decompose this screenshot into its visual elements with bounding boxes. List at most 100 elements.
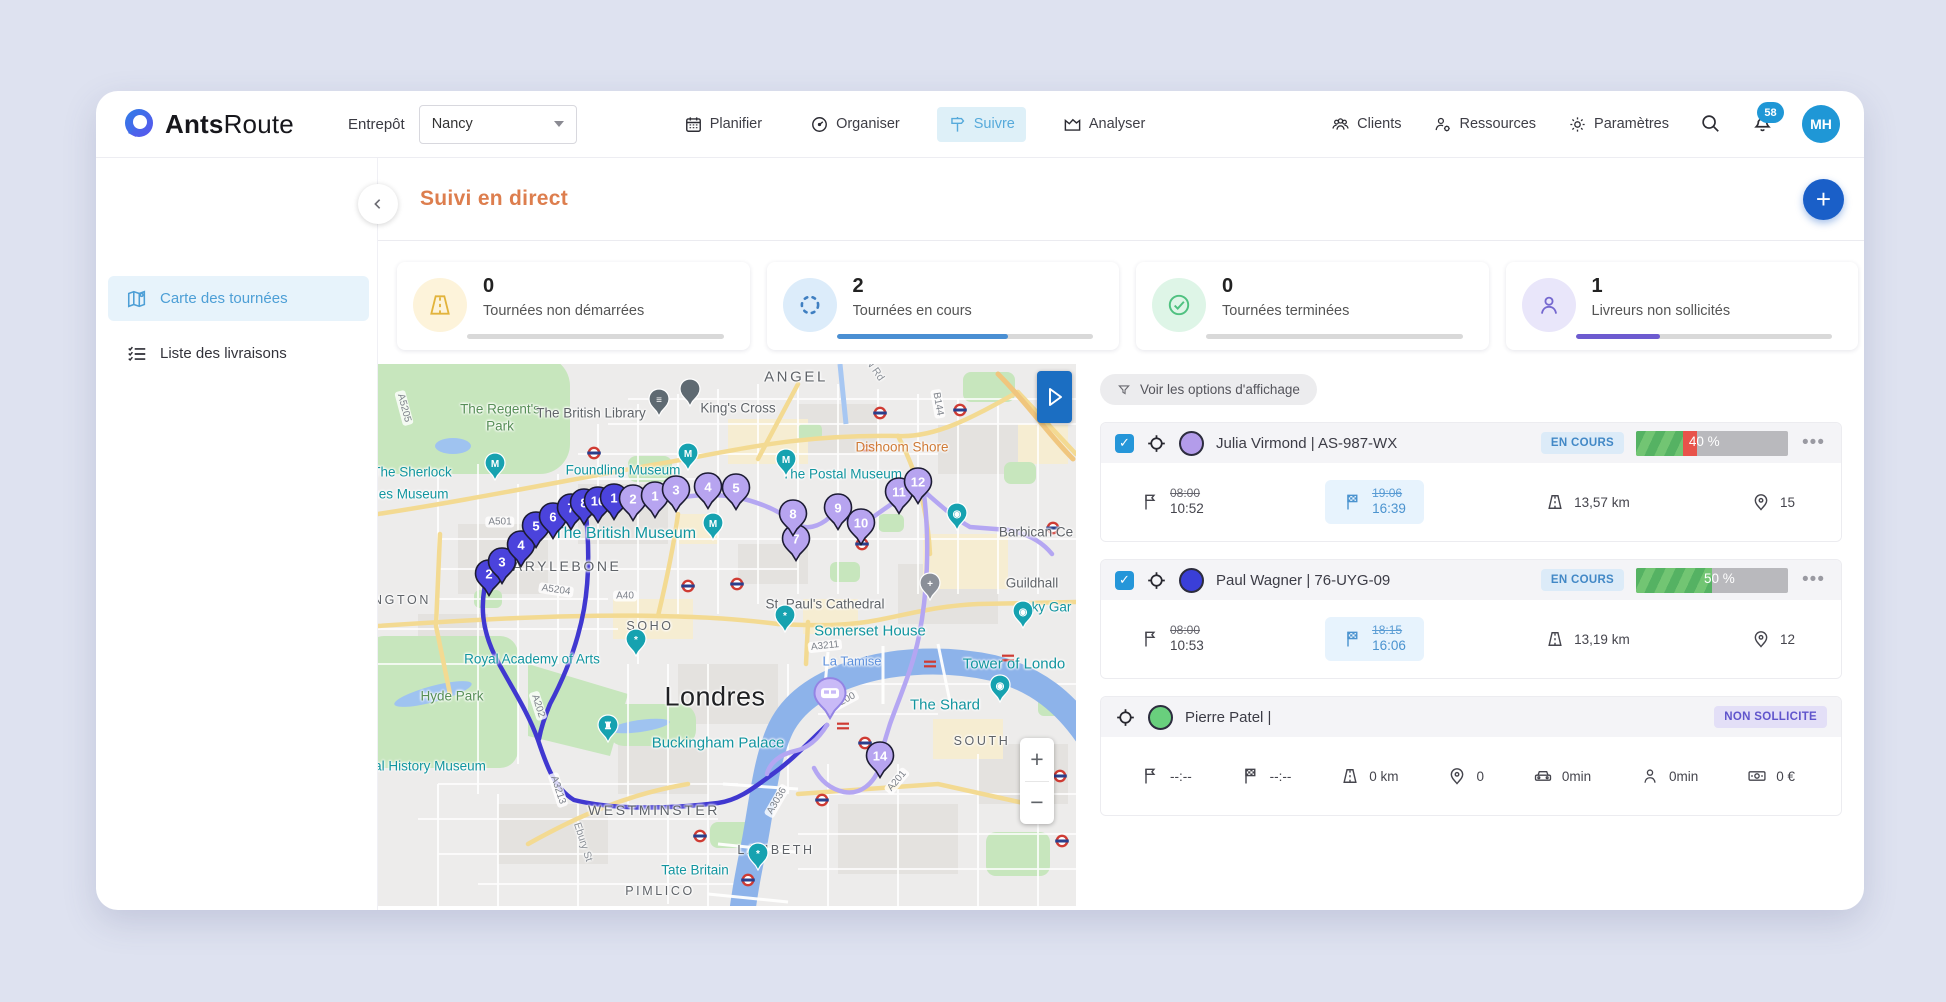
back-button[interactable] (358, 184, 398, 224)
driver-stat-flag: 08:0010:53 (1141, 623, 1204, 655)
nav-item-clients[interactable]: Clients (1329, 109, 1403, 140)
warehouse-label: Entrepôt (348, 116, 405, 133)
poi-pin-icon: M (775, 448, 798, 482)
map-icon (126, 288, 148, 310)
page-title: Suivi en direct (420, 187, 568, 211)
tube-station-icon (1055, 836, 1069, 846)
svg-text:5: 5 (732, 481, 739, 496)
tube-station-icon (1053, 771, 1067, 781)
row-menu-button[interactable]: ••• (1800, 432, 1827, 454)
add-button[interactable]: + (1803, 179, 1844, 220)
crosshair-icon[interactable] (1146, 570, 1167, 591)
svg-text:◉: ◉ (996, 681, 1005, 692)
route-stop-pin-purple-8[interactable]: 8 (778, 499, 808, 542)
route-stop-pin-purple-12[interactable]: 12 (903, 467, 933, 510)
crosshair-icon[interactable] (1146, 433, 1167, 454)
nav-item-ressources[interactable]: Ressources (1431, 109, 1538, 140)
sidebar-item-1[interactable]: Liste des livraisons (108, 331, 369, 376)
driver-card-2: Pierre Patel | NON SOLLICITE --:-- --:--… (1100, 696, 1842, 816)
avatar[interactable]: MH (1802, 105, 1840, 143)
nav-item-3[interactable]: Analyser (1052, 107, 1156, 142)
poi-pin-icon: M (677, 442, 700, 476)
driver-stat-road: 0 km (1340, 766, 1398, 786)
driver-checkbox[interactable]: ✓ (1115, 434, 1134, 453)
app-window: AntsRoute Entrepôt Nancy Planifier Organ… (96, 91, 1864, 910)
poi-pin-icon: ◉ (946, 502, 969, 536)
row-menu-button[interactable]: ••• (1800, 569, 1827, 591)
poi-pin-icon: * (625, 628, 648, 662)
road-icon (1340, 766, 1360, 786)
pin-icon (1751, 629, 1771, 649)
nav-item-0[interactable]: Planifier (673, 107, 773, 142)
driver-row-details: 08:0010:52 19:0616:39 13,57 km 15 (1101, 463, 1841, 541)
roadcard-icon (413, 278, 467, 332)
display-options-label: Voir les options d'affichage (1140, 382, 1300, 397)
svg-text:10: 10 (854, 516, 868, 531)
route-stop-pin-purple-14[interactable]: 14 (865, 741, 895, 784)
svg-text:*: * (634, 635, 638, 646)
map-base (378, 364, 1076, 906)
money-icon (1747, 766, 1767, 786)
nav-item-2[interactable]: Suivre (937, 107, 1026, 142)
tube-station-icon (815, 795, 829, 805)
poi-pin-icon: ◉ (989, 674, 1012, 708)
driver-row-header: ✓ Julia Virmond | AS-987-WX EN COURS 40 … (1101, 423, 1841, 463)
driver-stat-car: 0min (1533, 766, 1591, 786)
notifications-button[interactable]: 58 (1751, 110, 1774, 138)
nav-item-1[interactable]: Organiser (799, 107, 911, 142)
driver-row-header: ✓ Paul Wagner | 76-UYG-09 EN COURS 50 %•… (1101, 560, 1841, 600)
sidebar-item-0[interactable]: Carte des tournées (108, 276, 369, 321)
stats-row: 0 Tournées non démarrées 2 Tournées en c… (397, 262, 1858, 350)
driver-avatar (1148, 705, 1173, 730)
search-icon[interactable] (1699, 112, 1723, 136)
tube-station-icon (873, 408, 887, 418)
driver-avatar (1179, 431, 1204, 456)
driver-avatar (1179, 568, 1204, 593)
main-row: + − ANGELKing's CrossThe Regent'sParkThe… (378, 364, 1864, 910)
map[interactable]: + − ANGELKing's CrossThe Regent'sParkThe… (378, 364, 1076, 906)
route-stop-pin-purple-4[interactable]: 4 (693, 472, 723, 515)
sidebar: Carte des tournées Liste des livraisons (96, 158, 378, 910)
display-options-button[interactable]: Voir les options d'affichage (1100, 374, 1317, 405)
poi-pin-icon: ♜ (597, 714, 620, 748)
status-badge: EN COURS (1541, 432, 1624, 454)
panel-collapse-button[interactable] (1037, 371, 1072, 423)
driver-checkbox[interactable]: ✓ (1115, 571, 1134, 590)
stat-value: 1 (1592, 275, 1843, 298)
svg-text:M: M (709, 519, 717, 530)
finish-icon (1343, 492, 1363, 512)
route-stop-pin-purple-5[interactable]: 5 (721, 473, 751, 516)
content: Suivi en direct + 0 Tournées non démarré… (378, 158, 1864, 910)
driver-stat-finish: 19:0616:39 (1325, 480, 1424, 524)
desktop-background: AntsRoute Entrepôt Nancy Planifier Organ… (0, 0, 1946, 1002)
tube-station-icon (681, 581, 695, 591)
zoom-out-button[interactable]: − (1020, 782, 1054, 825)
chart-icon (1063, 115, 1082, 134)
finish-icon (1343, 629, 1363, 649)
stat-progress (467, 334, 724, 339)
svg-text:4: 4 (704, 480, 712, 495)
warehouse-select[interactable]: Nancy (419, 105, 577, 144)
driver-stat-pin: 12 (1751, 629, 1795, 649)
svg-text:◉: ◉ (1019, 607, 1028, 618)
gear-icon (1568, 115, 1587, 134)
route-stop-pin-purple-3[interactable]: 3 (661, 475, 691, 518)
stat-card-0: 0 Tournées non démarrées (397, 262, 750, 350)
zoom-in-button[interactable]: + (1020, 738, 1054, 781)
road-icon (1545, 629, 1565, 649)
stat-card-2: 0 Tournées terminées (1136, 262, 1489, 350)
svg-text:8: 8 (789, 507, 796, 522)
vehicle-marker[interactable] (811, 676, 849, 727)
crosshair-icon[interactable] (1115, 707, 1136, 728)
svg-text:≡: ≡ (656, 395, 662, 406)
stat-progress (1206, 334, 1463, 339)
nav-center: Planifier Organiser Suivre Analyser (673, 107, 1157, 142)
route-stop-pin-purple-10[interactable]: 10 (846, 508, 876, 551)
stat-label: Tournées non démarrées (483, 303, 734, 319)
checkcirc-icon (1152, 278, 1206, 332)
poi-pin-icon: M (484, 452, 507, 486)
svg-text:M: M (782, 455, 790, 466)
svg-text:3: 3 (672, 483, 679, 498)
poi-pin-icon (679, 378, 702, 412)
nav-item-paramètres[interactable]: Paramètres (1566, 109, 1671, 140)
